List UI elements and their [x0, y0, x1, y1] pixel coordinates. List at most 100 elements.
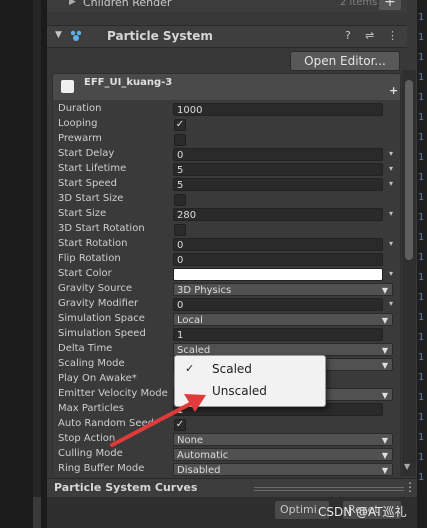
property-row: Start Color ▾	[53, 267, 400, 282]
property-checkbox[interactable]	[174, 134, 186, 146]
property-value: Disabled	[177, 465, 221, 476]
scroll-down-arrow-icon[interactable]: ▼	[404, 462, 410, 471]
property-row: Prewarm	[53, 132, 400, 147]
dropdown-arrow-icon: ▼	[381, 286, 388, 295]
option-unscaled[interactable]: Unscaled	[175, 381, 325, 402]
property-dropdown[interactable]: Automatic ▼	[173, 448, 393, 461]
property-label: Start Color	[58, 268, 112, 279]
property-value: 0	[177, 255, 184, 266]
property-checkbox[interactable]: ✓	[174, 419, 186, 431]
property-label: Start Lifetime	[58, 163, 127, 174]
property-value: 5	[177, 180, 184, 191]
property-row: Start Speed 5 ▾	[53, 177, 400, 192]
curves-menu-icon[interactable]: ⋮	[404, 480, 416, 494]
property-input[interactable]: 1	[173, 328, 383, 341]
property-label: Looping	[58, 118, 98, 129]
property-input[interactable]: 0	[173, 253, 383, 266]
property-row: Start Lifetime 5 ▾	[53, 162, 400, 177]
children-count: 2 items	[340, 0, 378, 8]
dropdown-arrow-icon: ▼	[381, 316, 388, 325]
property-label: Simulation Speed	[58, 328, 146, 339]
watermark: CSDN @AT巡礼	[318, 505, 407, 519]
property-label: Scaling Mode	[58, 358, 125, 369]
curve-mode-dropdown-icon[interactable]: ▾	[389, 299, 397, 309]
option-scaled[interactable]: ✓ Scaled	[175, 359, 325, 380]
add-child-button[interactable]: +	[379, 0, 401, 10]
property-input[interactable]: 5	[173, 163, 383, 176]
help-icon[interactable]: ?	[345, 29, 351, 42]
option-label: Scaled	[212, 362, 252, 376]
property-label: 3D Start Rotation	[58, 223, 145, 234]
open-editor-button[interactable]: Open Editor...	[290, 51, 400, 71]
system-name: EFF_UI_kuang-3	[84, 77, 173, 88]
property-input[interactable]: 0	[173, 148, 383, 161]
property-checkbox[interactable]: ✓	[174, 119, 186, 131]
curve-mode-dropdown-icon[interactable]: ▾	[389, 209, 397, 219]
system-header[interactable]: EFF_UI_kuang-3 +	[52, 73, 401, 101]
property-row: Stop Action None ▼	[53, 432, 400, 447]
dropdown-arrow-icon: ▼	[381, 466, 388, 475]
property-label: Duration	[58, 103, 102, 114]
property-input[interactable]: 280	[173, 208, 383, 221]
property-value: 0	[177, 240, 184, 251]
property-dropdown[interactable]: Local ▼	[173, 313, 393, 326]
curve-mode-dropdown-icon[interactable]: ▾	[389, 239, 397, 249]
property-row: Auto Random Seed ✓	[53, 417, 400, 432]
curve-mode-dropdown-icon[interactable]: ▾	[389, 149, 397, 159]
left-panel-strip	[0, 0, 47, 528]
property-input[interactable]: 0	[173, 238, 383, 251]
curve-mode-dropdown-icon[interactable]: ▾	[389, 164, 397, 174]
dropdown-arrow-icon: ▼	[381, 391, 388, 400]
property-label: Prewarm	[58, 133, 102, 144]
presets-icon[interactable]: ⇌	[365, 29, 374, 42]
property-label: Start Rotation	[58, 238, 128, 249]
property-value: None	[177, 435, 204, 446]
property-row: Culling Mode Automatic ▼	[53, 447, 400, 462]
property-checkbox[interactable]	[174, 194, 186, 206]
property-input[interactable]: 1000	[173, 103, 383, 116]
property-checkbox[interactable]	[174, 224, 186, 236]
property-value: 1000	[177, 105, 203, 116]
component-menu-icon[interactable]: ⋮	[387, 29, 398, 42]
property-label: Flip Rotation	[58, 253, 121, 264]
property-label: Delta Time	[58, 343, 113, 354]
particle-system-component-header[interactable]: ▼ Particle System ? ⇌ ⋮	[47, 25, 407, 48]
collapse-triangle-icon[interactable]: ▼	[55, 30, 62, 40]
curve-mode-dropdown-icon[interactable]: ▾	[389, 269, 397, 279]
property-row: Simulation Speed 1	[53, 327, 400, 342]
property-value: Automatic	[177, 450, 229, 461]
system-enable-checkbox[interactable]	[61, 80, 74, 93]
color-swatch[interactable]	[173, 268, 383, 281]
property-row: 3D Start Size	[53, 192, 400, 207]
property-label: Simulation Space	[58, 313, 145, 324]
dropdown-arrow-icon: ▼	[381, 436, 388, 445]
property-label: Gravity Modifier	[58, 298, 139, 309]
property-dropdown[interactable]: 3D Physics ▼	[173, 283, 393, 296]
drag-handle-icon[interactable]	[254, 487, 404, 488]
property-row: Flip Rotation 0	[53, 252, 400, 267]
property-row: 3D Start Rotation	[53, 222, 400, 237]
dropdown-arrow-icon: ▼	[381, 346, 388, 355]
expand-triangle-icon[interactable]: ▶	[69, 0, 76, 7]
property-input[interactable]: 5	[173, 178, 383, 191]
property-dropdown[interactable]: None ▼	[173, 433, 393, 446]
property-value: Local	[177, 315, 203, 326]
add-system-icon[interactable]: +	[389, 84, 398, 97]
left-scrollbar-thumb[interactable]	[33, 497, 41, 528]
property-row: Start Rotation 0 ▾	[53, 237, 400, 252]
main-module-properties: Duration 1000 Looping ✓ Prewarm Start Delay 0 ▾…	[52, 100, 401, 477]
curve-mode-dropdown-icon[interactable]: ▾	[389, 179, 397, 189]
property-value: 280	[177, 210, 197, 221]
property-dropdown[interactable]: Disabled ▼	[173, 463, 393, 476]
children-render-row[interactable]: ▶ Children Render 2 items +	[47, 0, 407, 12]
inspector-scrollbar-thumb[interactable]	[405, 80, 413, 260]
property-input[interactable]: 0	[173, 298, 383, 311]
property-row: Ring Buffer Mode Disabled ▼	[53, 462, 400, 477]
property-label: Culling Mode	[58, 448, 123, 459]
property-row: Looping ✓	[53, 117, 400, 132]
particle-system-curves-bar[interactable]: Particle System Curves ⋮	[47, 478, 417, 497]
property-label: Emitter Velocity Mode	[58, 388, 168, 399]
property-label: Start Speed	[58, 178, 117, 189]
option-label: Unscaled	[212, 384, 267, 398]
left-scrollbar-track[interactable]	[33, 0, 41, 528]
